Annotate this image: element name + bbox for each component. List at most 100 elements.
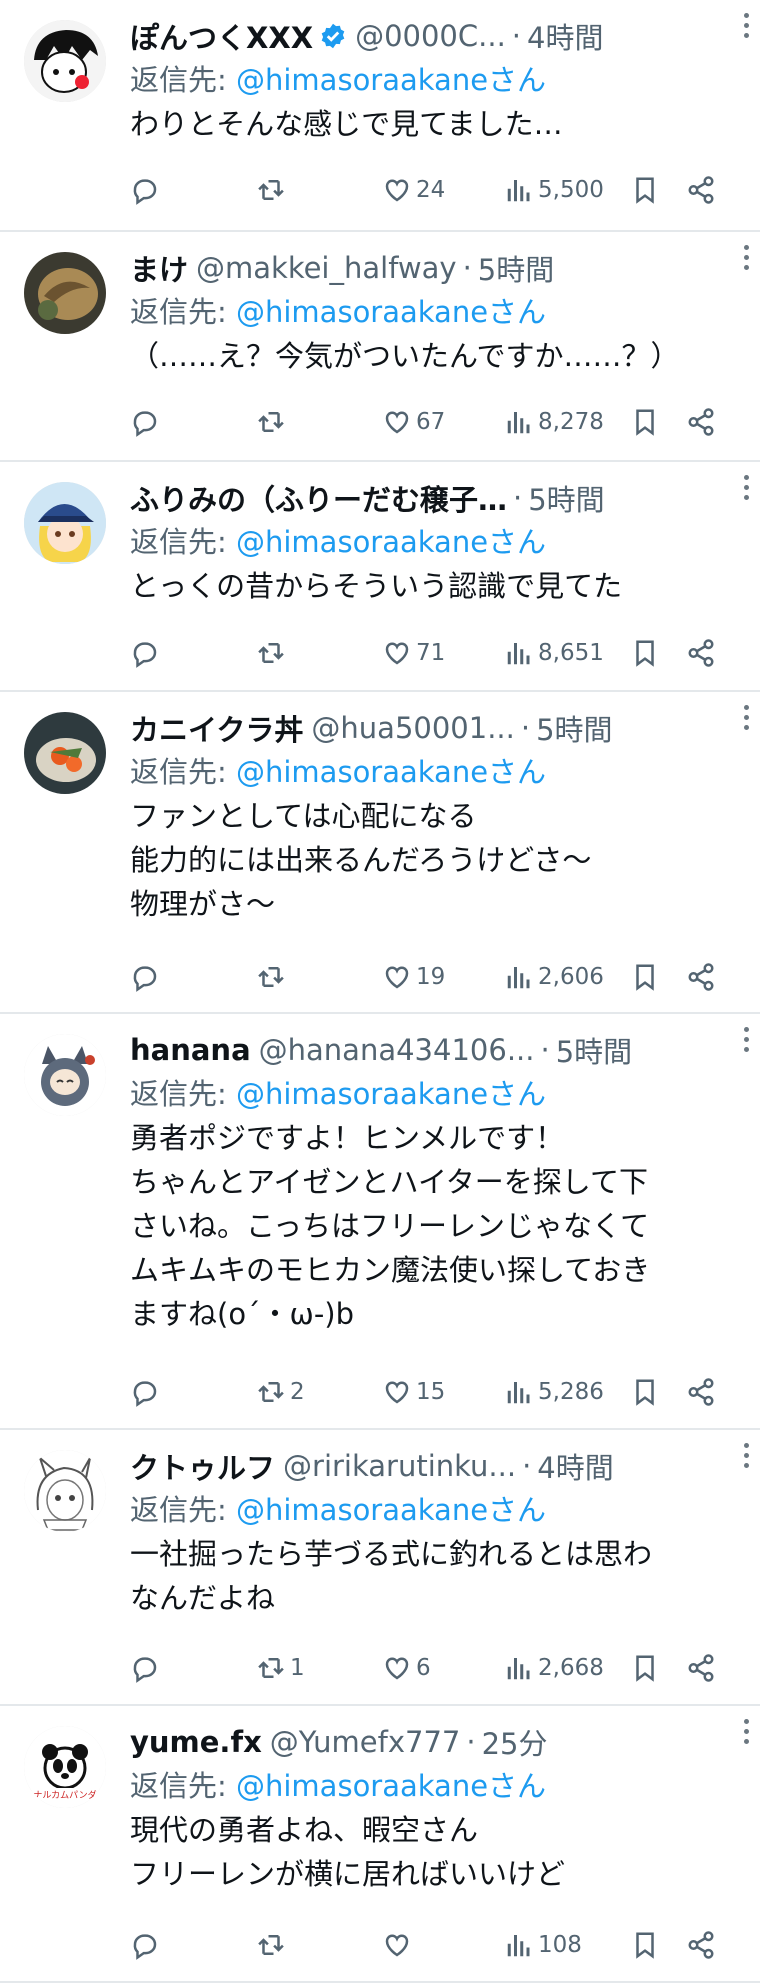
action-bar: 71 8,651 <box>130 633 730 673</box>
timestamp[interactable]: 5時間 <box>478 247 554 289</box>
reply-context: 返信先: @himasoraakaneさん <box>130 750 740 794</box>
more-vertical-icon[interactable] <box>736 1022 756 1056</box>
bookmark-button[interactable] <box>630 170 660 210</box>
display-name[interactable]: ふりみの（ふりーだむ穣子… <box>130 477 507 519</box>
like-button[interactable]: 6 <box>382 1648 431 1688</box>
like-button[interactable] <box>382 1925 416 1965</box>
retweet-button[interactable] <box>256 1925 290 1965</box>
tweet[interactable]: hanana @hanana434106... · 5時間 返信先: @hima… <box>0 1014 760 1430</box>
bookmark-button[interactable] <box>630 1648 660 1688</box>
like-button[interactable]: 24 <box>382 170 445 210</box>
views-button[interactable]: 5,500 <box>504 170 604 210</box>
tweet[interactable]: ふりみの（ふりーだむ穣子… · 5時間 返信先: @himasoraakaneさ… <box>0 462 760 692</box>
share-button[interactable] <box>686 957 716 997</box>
share-button[interactable] <box>686 1925 716 1965</box>
tweet[interactable]: ぽんつくXXX @0000C... · 4時間 返信先: @himasoraak… <box>0 0 760 232</box>
reply-mention-link[interactable]: @himasoraakaneさん <box>236 63 546 97</box>
user-handle[interactable]: @Yumefx777 <box>270 1725 461 1759</box>
reply-mention-link[interactable]: @himasoraakaneさん <box>236 295 546 329</box>
display-name[interactable]: hanana <box>130 1033 251 1067</box>
reply-mention-link[interactable]: @himasoraakaneさん <box>236 525 546 559</box>
views-button[interactable]: 2,606 <box>504 957 604 997</box>
display-name[interactable]: まけ <box>130 247 188 289</box>
avatar[interactable] <box>24 482 106 564</box>
separator-dot: · <box>520 711 531 745</box>
tweet[interactable]: カニイクラ丼 @hua50001... · 5時間 返信先: @himasora… <box>0 692 760 1014</box>
timestamp[interactable]: 4時間 <box>537 1445 613 1487</box>
like-count: 15 <box>416 1379 446 1405</box>
reply-button[interactable] <box>130 402 164 442</box>
bookmark-button[interactable] <box>630 957 660 997</box>
like-count: 71 <box>416 640 446 666</box>
display-name[interactable]: ぽんつくXXX <box>130 15 313 57</box>
reply-button[interactable] <box>130 957 164 997</box>
retweet-button[interactable]: 2 <box>256 1372 305 1412</box>
avatar[interactable]: ナルカムパンダ <box>24 1726 106 1808</box>
more-vertical-icon[interactable] <box>736 1714 756 1748</box>
more-vertical-icon[interactable] <box>736 1438 756 1472</box>
avatar[interactable] <box>24 712 106 794</box>
views-button[interactable]: 5,286 <box>504 1372 604 1412</box>
bookmark-button[interactable] <box>630 402 660 442</box>
user-handle[interactable]: @ririkarutinku... <box>283 1449 516 1483</box>
timestamp[interactable]: 5時間 <box>556 1029 632 1071</box>
avatar[interactable] <box>24 1034 106 1116</box>
more-vertical-icon[interactable] <box>736 8 756 42</box>
share-button[interactable] <box>686 633 716 673</box>
reply-mention-link[interactable]: @himasoraakaneさん <box>236 1077 546 1111</box>
timestamp[interactable]: 25分 <box>482 1721 548 1763</box>
like-button[interactable]: 67 <box>382 402 445 442</box>
reply-mention-link[interactable]: @himasoraakaneさん <box>236 1493 546 1527</box>
speech-bubble-icon <box>130 1653 160 1683</box>
share-button[interactable] <box>686 1648 716 1688</box>
retweet-button[interactable] <box>256 633 290 673</box>
share-button[interactable] <box>686 170 716 210</box>
user-handle[interactable]: @0000C... <box>355 19 506 53</box>
timestamp[interactable]: 5時間 <box>536 707 612 749</box>
retweet-button[interactable] <box>256 170 290 210</box>
share-button[interactable] <box>686 1372 716 1412</box>
tweet-text: とっくの昔からそういう認識で見てた <box>130 569 623 603</box>
tweet[interactable]: ナルカムパンダ yume.fx @Yumefx777 · 25分 返信先: @h… <box>0 1706 760 1983</box>
display-name[interactable]: カニイクラ丼 <box>130 707 303 749</box>
bookmark-button[interactable] <box>630 633 660 673</box>
share-icon <box>686 1653 716 1683</box>
retweet-button[interactable]: 1 <box>256 1648 305 1688</box>
reply-button[interactable] <box>130 170 164 210</box>
retweet-button[interactable] <box>256 957 290 997</box>
like-button[interactable]: 15 <box>382 1372 445 1412</box>
separator-dot: · <box>511 19 522 53</box>
reply-button[interactable] <box>130 633 164 673</box>
views-button[interactable]: 2,668 <box>504 1648 604 1688</box>
tweet[interactable]: クトゥルフ @ririkarutinku... · 4時間 返信先: @hima… <box>0 1430 760 1706</box>
bookmark-icon <box>630 1930 660 1960</box>
reply-mention-link[interactable]: @himasoraakaneさん <box>236 755 546 789</box>
reply-button[interactable] <box>130 1372 164 1412</box>
timestamp[interactable]: 5時間 <box>528 477 604 519</box>
user-handle[interactable]: @hanana434106... <box>259 1033 535 1067</box>
display-name[interactable]: yume.fx <box>130 1725 262 1759</box>
views-button[interactable]: 8,278 <box>504 402 604 442</box>
reply-button[interactable] <box>130 1925 164 1965</box>
avatar[interactable] <box>24 20 106 102</box>
reply-mention-link[interactable]: @himasoraakaneさん <box>236 1769 546 1803</box>
views-button[interactable]: 8,651 <box>504 633 604 673</box>
avatar[interactable] <box>24 1450 106 1532</box>
share-button[interactable] <box>686 402 716 442</box>
reply-button[interactable] <box>130 1648 164 1688</box>
timestamp[interactable]: 4時間 <box>527 15 603 57</box>
avatar[interactable] <box>24 252 106 334</box>
user-handle[interactable]: @makkei_halfway <box>196 251 457 285</box>
more-vertical-icon[interactable] <box>736 700 756 734</box>
views-button[interactable]: 108 <box>504 1925 582 1965</box>
like-button[interactable]: 71 <box>382 633 445 673</box>
display-name[interactable]: クトゥルフ <box>130 1445 275 1487</box>
retweet-button[interactable] <box>256 402 290 442</box>
bookmark-button[interactable] <box>630 1925 660 1965</box>
more-vertical-icon[interactable] <box>736 240 756 274</box>
more-vertical-icon[interactable] <box>736 470 756 504</box>
like-button[interactable]: 19 <box>382 957 445 997</box>
bookmark-button[interactable] <box>630 1372 660 1412</box>
user-handle[interactable]: @hua50001... <box>311 711 514 745</box>
tweet[interactable]: まけ @makkei_halfway · 5時間 返信先: @himasoraa… <box>0 232 760 462</box>
